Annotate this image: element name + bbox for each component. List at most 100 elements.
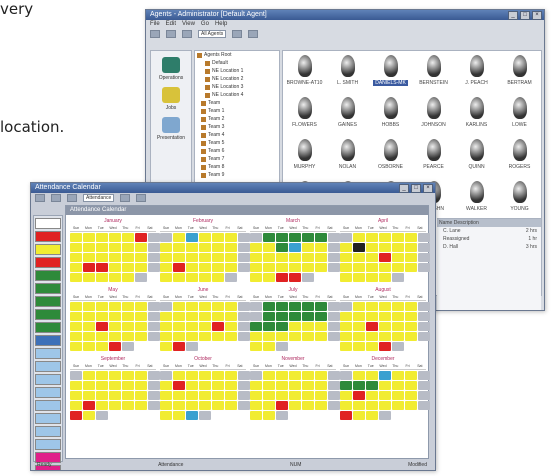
agent-item[interactable]: OSBORNE [369,139,412,181]
day-cell[interactable] [379,312,391,321]
day-cell[interactable] [392,381,404,390]
day-cell[interactable] [263,342,275,351]
day-cell[interactable] [250,322,262,331]
day-cell[interactable] [70,273,82,282]
close-button[interactable]: × [423,184,433,193]
day-cell[interactable] [186,253,198,262]
day-cell[interactable] [186,411,198,420]
day-cell[interactable] [212,391,224,400]
day-cell[interactable] [225,243,237,252]
day-cell[interactable] [96,312,108,321]
day-cell[interactable] [173,253,185,262]
day-cell[interactable] [276,401,288,410]
day-cell[interactable] [366,381,378,390]
day-cell[interactable] [225,233,237,242]
day-cell[interactable] [250,342,262,351]
tree-item[interactable]: Team 2 [195,115,279,123]
tree-item[interactable]: Team 6 [195,147,279,155]
day-cell[interactable] [418,391,430,400]
day-cell[interactable] [212,243,224,252]
day-cell[interactable] [315,401,327,410]
day-cell[interactable] [250,233,262,242]
day-cell[interactable] [122,312,134,321]
day-cell[interactable] [366,243,378,252]
calendar-window-titlebar[interactable]: Attendance Calendar _ □ × [31,183,435,193]
sidebar-button[interactable]: Jobs [155,87,187,111]
day-cell[interactable] [315,243,327,252]
day-cell[interactable] [148,312,160,321]
day-cell[interactable] [212,401,224,410]
day-cell[interactable] [263,371,275,380]
day-cell[interactable] [70,243,82,252]
day-cell[interactable] [418,381,430,390]
day-cell[interactable] [315,381,327,390]
legend-item[interactable] [35,400,61,411]
day-cell[interactable] [135,233,147,242]
day-cell[interactable] [328,371,340,380]
day-cell[interactable] [250,263,262,272]
print-icon[interactable] [67,193,77,202]
day-cell[interactable] [340,391,352,400]
day-cell[interactable] [250,243,262,252]
day-cell[interactable] [379,233,391,242]
legend-item[interactable] [35,361,61,372]
day-cell[interactable] [83,273,95,282]
day-cell[interactable] [122,322,134,331]
day-cell[interactable] [328,302,340,311]
day-cell[interactable] [70,263,82,272]
day-cell[interactable] [315,371,327,380]
day-cell[interactable] [328,263,340,272]
day-cell[interactable] [160,332,172,341]
day-cell[interactable] [353,332,365,341]
detail-row[interactable]: C. Lane 2 hrs [437,227,541,235]
day-cell[interactable] [250,312,262,321]
close-button[interactable]: × [532,11,542,20]
day-cell[interactable] [340,273,352,282]
day-cell[interactable] [160,253,172,262]
day-cell[interactable] [160,322,172,331]
day-cell[interactable] [122,302,134,311]
day-cell[interactable] [199,243,211,252]
day-cell[interactable] [122,381,134,390]
day-cell[interactable] [70,391,82,400]
minimize-button[interactable]: _ [399,184,409,193]
day-cell[interactable] [392,302,404,311]
day-cell[interactable] [302,371,314,380]
day-cell[interactable] [366,391,378,400]
back-icon[interactable] [150,29,160,38]
agent-item[interactable]: MURPHY [283,139,326,181]
day-cell[interactable] [366,411,378,420]
day-cell[interactable] [148,332,160,341]
day-cell[interactable] [328,381,340,390]
menu-item[interactable]: Go [201,20,209,29]
day-cell[interactable] [289,263,301,272]
day-cell[interactable] [353,411,365,420]
day-cell[interactable] [353,302,365,311]
day-cell[interactable] [70,233,82,242]
day-cell[interactable] [109,253,121,262]
day-cell[interactable] [225,332,237,341]
day-cell[interactable] [353,273,365,282]
agents-filter-field[interactable]: All Agents [198,29,227,38]
day-cell[interactable] [392,253,404,262]
day-cell[interactable] [379,371,391,380]
agents-window-titlebar[interactable]: Agents - Administrator [Default Agent] _… [146,10,544,20]
day-cell[interactable] [379,391,391,400]
day-cell[interactable] [186,243,198,252]
day-cell[interactable] [250,332,262,341]
day-cell[interactable] [418,312,430,321]
day-cell[interactable] [109,302,121,311]
day-cell[interactable] [70,411,82,420]
day-cell[interactable] [160,381,172,390]
day-cell[interactable] [315,233,327,242]
day-cell[interactable] [328,391,340,400]
day-cell[interactable] [328,312,340,321]
day-cell[interactable] [212,263,224,272]
agent-item[interactable]: QUINN [455,139,498,181]
day-cell[interactable] [340,302,352,311]
tree-item[interactable]: Default [195,59,279,67]
day-cell[interactable] [405,391,417,400]
day-cell[interactable] [70,332,82,341]
day-cell[interactable] [148,302,160,311]
day-cell[interactable] [238,243,250,252]
